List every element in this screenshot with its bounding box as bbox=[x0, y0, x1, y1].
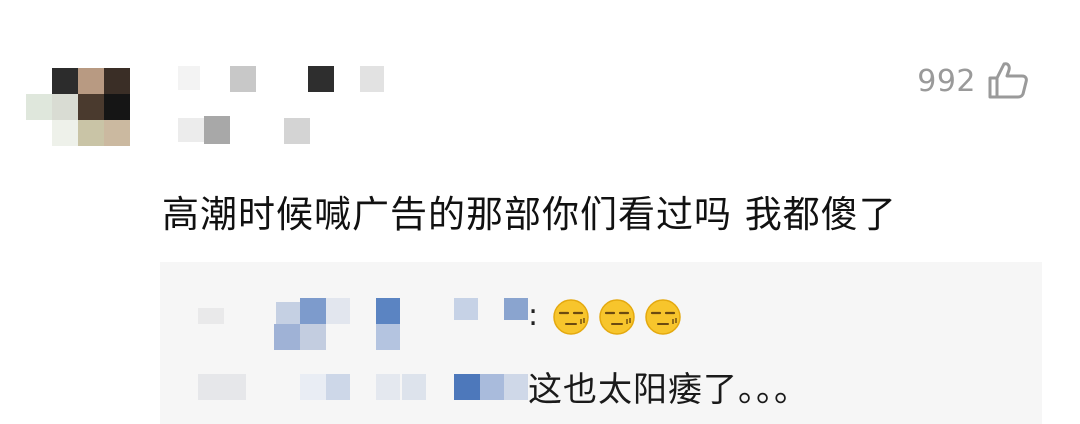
reply-item[interactable]: : bbox=[160, 294, 1042, 350]
reply-author-blurred[interactable] bbox=[176, 360, 536, 410]
username-blurred[interactable] bbox=[178, 66, 398, 94]
thumbs-up-icon[interactable] bbox=[986, 60, 1030, 100]
comment-text: 高潮时候喊广告的那部你们看过吗 我都傻了 bbox=[162, 193, 897, 236]
reply-text: 这也太阳痿了。。。 bbox=[528, 370, 809, 410]
awkward-face-emoji-icon bbox=[645, 299, 681, 335]
reply-colon: : bbox=[528, 298, 539, 333]
like-count: 992 bbox=[917, 64, 976, 99]
comment-card: 992 高潮时候喊广告的那部你们看过吗 我都傻了 : 这也太阳痿了。。。 bbox=[0, 0, 1080, 424]
reply-author-blurred[interactable] bbox=[176, 294, 536, 350]
awkward-face-emoji-icon bbox=[553, 299, 589, 335]
comment-meta-blurred bbox=[178, 116, 318, 144]
reply-box[interactable]: : 这也太阳痿了。。。 bbox=[160, 262, 1042, 424]
avatar[interactable] bbox=[26, 68, 130, 146]
awkward-face-emoji-icon bbox=[599, 299, 635, 335]
